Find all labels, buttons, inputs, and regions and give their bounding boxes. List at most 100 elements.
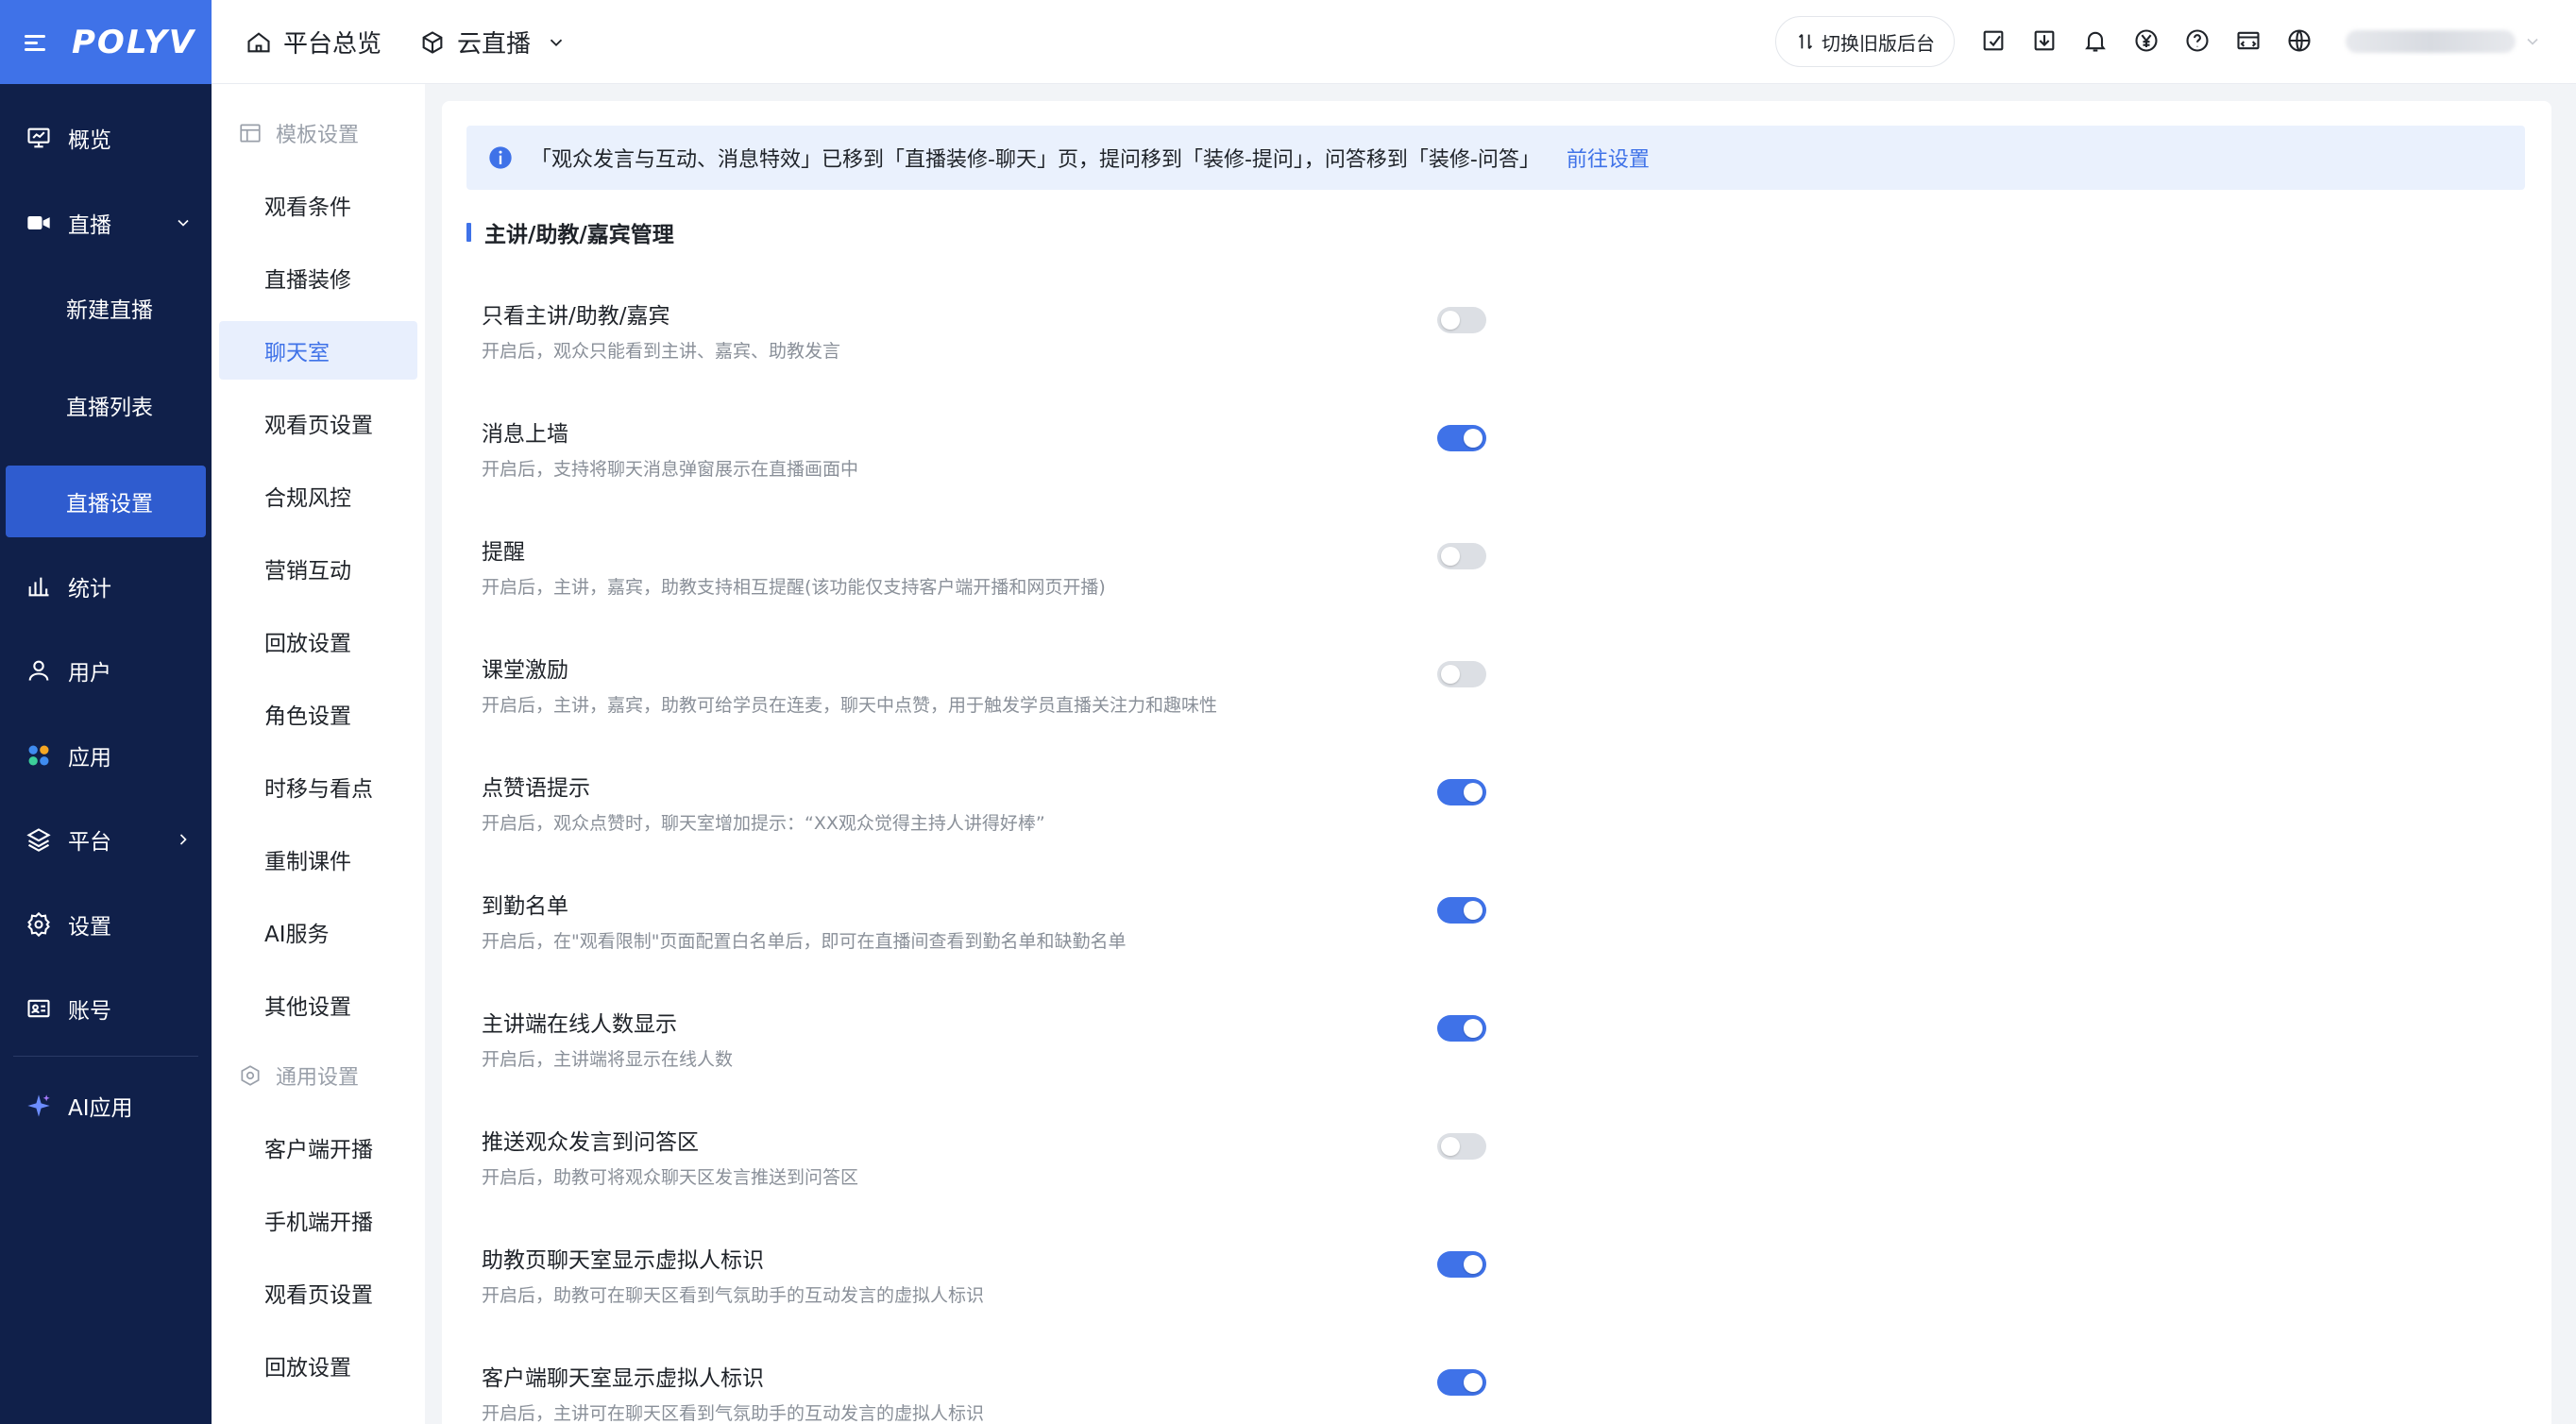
gear-icon — [25, 910, 53, 939]
product-switcher[interactable]: 云直播 — [419, 0, 578, 84]
submenu-item-client-broadcast[interactable]: 客户端开播 — [219, 1118, 417, 1177]
submenu-item-role-settings[interactable]: 角色设置 — [219, 685, 417, 743]
sidebar-item-stats[interactable]: 统计 — [0, 549, 212, 624]
setting-description: 开启后，观众点赞时，聊天室增加提示：“XX观众觉得主持人讲得好棒” — [482, 813, 1045, 834]
setting-toggle-switch[interactable] — [1437, 779, 1486, 805]
sidebar-item-label: 设置 — [68, 915, 111, 940]
product-label: 云直播 — [457, 30, 532, 59]
platform-overview-label: 平台总览 — [283, 30, 382, 59]
submenu-item-compliance[interactable]: 合规风控 — [219, 466, 417, 525]
sidebar-item-overview[interactable]: 概览 — [0, 100, 212, 176]
setting-toggle-switch[interactable] — [1437, 897, 1486, 924]
yen-icon[interactable] — [2132, 26, 2161, 55]
setting-toggle-switch[interactable] — [1437, 1369, 1486, 1396]
info-icon — [489, 146, 512, 169]
chevron-down-icon — [550, 39, 563, 46]
setting-toggle-switch[interactable] — [1437, 661, 1486, 687]
setting-description: 开启后，在"观看限制"页面配置白名单后，即可在直播间查看到勤名单和缺勤名单 — [482, 931, 1127, 952]
sidebar-item-settings[interactable]: 设置 — [0, 887, 212, 962]
setting-row: 客户端聊天室显示虚拟人标识 开启后，主讲可在聊天区看到气氛助手的互动发言的虚拟人标… — [482, 1360, 1520, 1424]
sidebar-item-account[interactable]: 账号 — [0, 971, 212, 1046]
sparkle-icon — [25, 1092, 53, 1120]
sidebar-item-live-settings[interactable]: 直播设置 — [6, 466, 206, 537]
section-accent-bar — [466, 223, 471, 242]
globe-icon[interactable] — [2285, 26, 2313, 55]
setting-toggle-switch[interactable] — [1437, 425, 1486, 451]
chatroom-settings-panel: 「观众发言与互动、消息特效」已移到「直播装修-聊天」页，提问移到「装修-提问」，… — [442, 101, 2551, 1424]
setting-row: 只看主讲/助教/嘉宾 开启后，观众只能看到主讲、嘉宾、助教发言 — [482, 297, 1520, 392]
go-settings-link[interactable]: 前往设置 — [1567, 143, 1650, 173]
setting-row: 提醒 开启后，主讲，嘉宾，助教支持相互提醒(该功能仅支持客户端开播和网页开播) — [482, 534, 1520, 628]
setting-toggle-switch[interactable] — [1437, 1251, 1486, 1278]
sidebar-divider — [13, 1056, 198, 1057]
submenu-item-general-watch-page[interactable]: 观看页设置 — [219, 1263, 417, 1322]
submenu-item-ai-service[interactable]: AI服务 — [219, 903, 417, 961]
info-notice: 「观众发言与互动、消息特效」已移到「直播装修-聊天」页，提问移到「装修-提问」，… — [466, 126, 2525, 190]
hamburger-menu-icon[interactable] — [25, 33, 49, 52]
main-sidebar: POLYV 概览 直播 新建直播 直播列表 直播设置 统计 用户 应用 平台 设… — [0, 0, 212, 1424]
bell-icon[interactable] — [2081, 26, 2110, 55]
logo-bar: POLYV — [0, 0, 212, 84]
setting-title: 点赞语提示 — [482, 776, 590, 801]
sidebar-item-users[interactable]: 用户 — [0, 633, 212, 708]
toggle-knob — [1441, 311, 1460, 330]
submenu-item-general-playback[interactable]: 回放设置 — [219, 1336, 417, 1395]
sidebar-item-label: 概览 — [68, 128, 111, 153]
setting-row: 到勤名单 开启后，在"观看限制"页面配置白名单后，即可在直播间查看到勤名单和缺勤名… — [482, 888, 1520, 982]
submenu-item-chatroom[interactable]: 聊天室 — [219, 321, 417, 380]
setting-title: 只看主讲/助教/嘉宾 — [482, 304, 670, 329]
sidebar-item-live[interactable]: 直播 — [0, 185, 212, 261]
notice-text: 「观众发言与互动、消息特效」已移到「直播装修-聊天」页，提问移到「装修-提问」，… — [531, 148, 1540, 172]
code-window-icon[interactable] — [2234, 26, 2262, 55]
chevron-down-icon — [178, 219, 189, 227]
setting-description: 开启后，主讲，嘉宾，助教支持相互提醒(该功能仅支持客户端开播和网页开播) — [482, 577, 1106, 598]
section-title: 主讲/助教/嘉宾管理 — [466, 218, 674, 247]
setting-toggle-switch[interactable] — [1437, 307, 1486, 333]
help-icon[interactable] — [2183, 26, 2212, 55]
submenu-item-live-decoration[interactable]: 直播装修 — [219, 248, 417, 307]
submenu-item-watch-page-settings[interactable]: 观看页设置 — [219, 394, 417, 452]
edit-icon[interactable] — [1979, 26, 2008, 55]
setting-toggle-switch[interactable] — [1437, 1133, 1486, 1160]
setting-toggle-switch[interactable] — [1437, 1015, 1486, 1042]
section-title-text: 主讲/助教/嘉宾管理 — [484, 223, 674, 247]
chevron-down-icon[interactable] — [2523, 32, 2542, 51]
setting-description: 开启后，支持将聊天消息弹窗展示在直播画面中 — [482, 459, 859, 480]
setting-row: 课堂激励 开启后，主讲，嘉宾，助教可给学员在连麦，聊天中点赞，用于触发学员直播关注… — [482, 652, 1520, 746]
group-label: 通用设置 — [276, 1066, 360, 1090]
download-icon[interactable] — [2030, 26, 2059, 55]
sidebar-item-label: 直播 — [68, 213, 111, 238]
submenu-item-other-settings[interactable]: 其他设置 — [219, 975, 417, 1034]
sidebar-item-label: 平台 — [68, 830, 111, 855]
sidebar-item-live-list[interactable]: 直播列表 — [0, 369, 212, 441]
submenu-item-mobile-broadcast[interactable]: 手机端开播 — [219, 1191, 417, 1249]
chevron-right-icon — [179, 834, 187, 845]
video-camera-icon — [25, 209, 53, 237]
setting-title: 推送观众发言到问答区 — [482, 1130, 699, 1155]
setting-description: 开启后，助教可在聊天区看到气氛助手的互动发言的虚拟人标识 — [482, 1285, 985, 1306]
switch-legacy-console-button[interactable]: 切换旧版后台 — [1775, 16, 1955, 67]
setting-row: 主讲端在线人数显示 开启后，主讲端将显示在线人数 — [482, 1006, 1520, 1100]
submenu-item-viewing-conditions[interactable]: 观看条件 — [219, 176, 417, 234]
home-icon — [247, 31, 270, 52]
settings-submenu: 模板设置 观看条件 直播装修 聊天室 观看页设置 合规风控 营销互动 回放设置 … — [212, 84, 425, 1424]
toggle-knob — [1441, 665, 1460, 684]
switch-legacy-label: 切换旧版后台 — [1822, 31, 1935, 55]
template-settings-group: 模板设置 — [238, 112, 359, 154]
submenu-item-marketing[interactable]: 营销互动 — [219, 539, 417, 598]
sidebar-item-platform[interactable]: 平台 — [0, 802, 212, 877]
submenu-item-remake-courseware[interactable]: 重制课件 — [219, 830, 417, 889]
submenu-item-timeshift[interactable]: 时移与看点 — [219, 757, 417, 816]
submenu-item-playback-settings[interactable]: 回放设置 — [219, 612, 417, 670]
setting-toggle-switch[interactable] — [1437, 543, 1486, 569]
toggle-knob — [1464, 901, 1483, 920]
sidebar-item-apps[interactable]: 应用 — [0, 718, 212, 793]
account-name[interactable] — [2346, 30, 2516, 53]
setting-description: 开启后，助教可将观众聊天区发言推送到问答区 — [482, 1167, 859, 1188]
sidebar-item-new-live[interactable]: 新建直播 — [0, 272, 212, 344]
toggle-knob — [1464, 1255, 1483, 1274]
setting-description: 开启后，主讲，嘉宾，助教可给学员在连麦，聊天中点赞，用于触发学员直播关注力和趣味… — [482, 695, 1218, 716]
platform-overview-link[interactable]: 平台总览 — [246, 0, 381, 84]
setting-description: 开启后，主讲端将显示在线人数 — [482, 1049, 734, 1070]
sidebar-item-ai-apps[interactable]: AI应用 — [0, 1068, 212, 1144]
